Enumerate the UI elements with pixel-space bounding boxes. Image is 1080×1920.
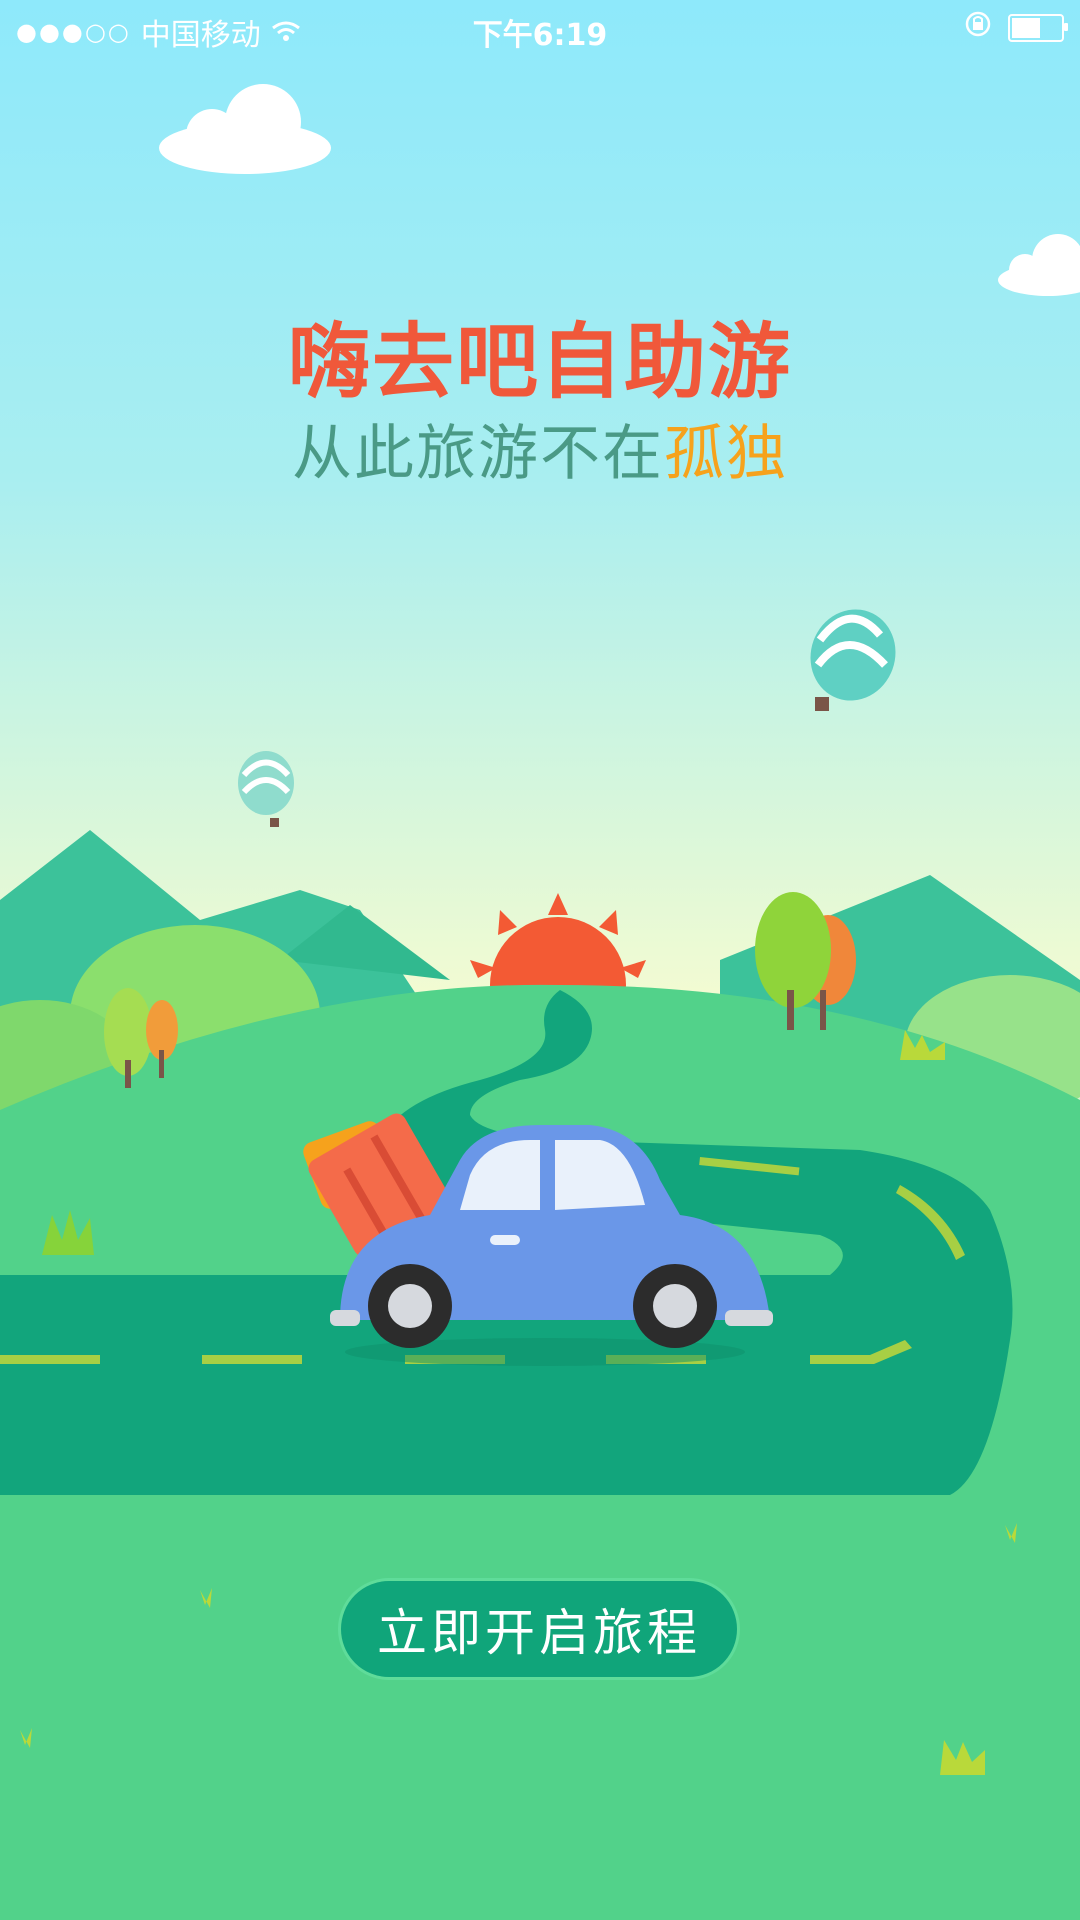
status-time: 下午6:19 <box>472 18 608 53</box>
slogan-main: 从此旅游不在 <box>292 419 664 489</box>
hot-air-balloon-icon <box>810 609 896 711</box>
hot-air-balloon-icon <box>238 751 294 827</box>
battery-icon <box>1008 14 1068 42</box>
status-bar: ●●●○○ 中国移动 下午6:19 <box>0 0 1080 54</box>
cloud-icon <box>998 234 1080 296</box>
app-title: 嗨去吧自助游 <box>287 315 792 410</box>
slogan-highlight: 孤独 <box>664 419 788 489</box>
splash-screen: ●●●○○ 中国移动 下午6:19 嗨去吧自助游 从此旅游不在孤独 立即开启旅程 <box>0 0 1080 1920</box>
cloud-icon <box>159 84 331 174</box>
start-journey-button[interactable]: 立即开启旅程 <box>338 1578 740 1680</box>
rotation-lock-icon <box>964 10 992 46</box>
app-slogan: 从此旅游不在孤独 <box>0 405 1080 492</box>
